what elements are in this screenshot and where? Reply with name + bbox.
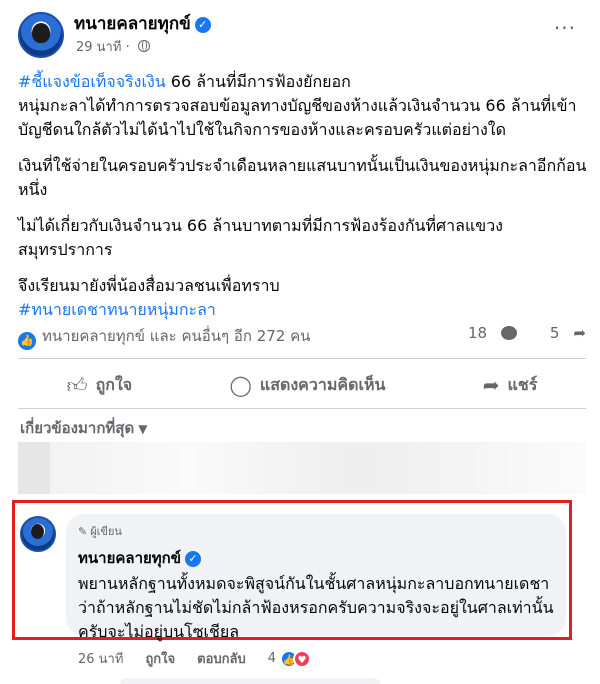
comment-bubble-icon <box>501 326 518 340</box>
chevron-down-icon: ▼ <box>138 422 148 436</box>
reactions-bar: 👍 ทนายคลายทุกข์ และ คนอื่นๆ อีก 272 คน 18… <box>18 324 586 350</box>
comment-button-label: แสดงความคิดเห็น <box>259 374 386 394</box>
post-paragraph-1: #ชี้แจงข้อเท็จจริงเงิน 66 ล้านที่มีการฟ้… <box>18 70 588 142</box>
post-actions: 👍︎ ถูกใจ ◯ แสดงความคิดเห็น ➦ แชร์ <box>18 364 586 406</box>
comments-count-value: 18 <box>468 324 488 342</box>
share-button[interactable]: ➦ แชร์ <box>483 373 538 398</box>
verified-icon: ✓ <box>185 551 202 567</box>
comment-sort-dropdown[interactable]: เกี่ยวข้องมากที่สุด ▼ <box>20 416 147 440</box>
author-name-text[interactable]: ทนายคลายทุกข์ <box>74 14 191 34</box>
author-avatar[interactable] <box>18 12 64 58</box>
love-reaction-icon: ♥ <box>293 649 312 668</box>
share-button-label: แชร์ <box>507 374 538 394</box>
post-paragraph-2: เงินที่ใช้จ่ายในครอบครัวประจำเดือนหลายแส… <box>18 156 587 199</box>
share-arrow-icon: ➦ <box>573 324 586 342</box>
author-name[interactable]: ทนายคลายทุกข์ ✓ <box>74 10 211 37</box>
more-options-icon[interactable]: ··· <box>554 16 576 40</box>
post-header: ทนายคลายทุกข์ ✓ 29 นาที · ··· <box>14 10 586 66</box>
hashtag-link[interactable]: #ทนายเดชาทนายหนุ่มกะลา <box>18 300 216 319</box>
comment-reaction-count: 4 <box>267 651 277 666</box>
comment-time[interactable]: 26 นาที <box>78 648 123 669</box>
counts: 18 5 ➦ <box>440 324 586 342</box>
like-button-label: ถูกใจ <box>95 374 133 394</box>
globe-icon <box>137 40 150 52</box>
thumbs-up-icon: 👍︎ <box>66 372 88 397</box>
reactions-summary[interactable]: ทนายคลายทุกข์ และ คนอื่นๆ อีก 272 คน <box>42 327 310 345</box>
like-reaction-icon: 👍 <box>18 332 36 350</box>
comment-like-button[interactable]: ถูกใจ <box>145 648 175 669</box>
post-meta: 29 นาที · <box>76 36 150 57</box>
post-body: #ชี้แจงข้อเท็จจริงเงิน 66 ล้านที่มีการฟ้… <box>18 70 588 334</box>
post-paragraph-4: จึงเรียนมายังพี่น้องสื่อมวลชนเพื่อทราบ #ท… <box>18 274 588 322</box>
divider <box>18 358 586 359</box>
shares-count-value: 5 <box>549 324 560 342</box>
pen-icon: ✎ <box>78 525 88 538</box>
comment-reactions[interactable]: 4 👍 ♥ <box>267 649 312 668</box>
comments-count[interactable]: 18 <box>454 324 518 342</box>
author-badge-label: ผู้เขียน <box>90 525 122 538</box>
hashtag-link[interactable]: #ชี้แจงข้อเท็จจริงเงิน <box>18 72 166 91</box>
paragraph-text: หนุ่มกะลาได้ทำการตรวจสอบข้อมูลทางบัญชีขอ… <box>18 96 577 139</box>
comment-author-text[interactable]: ทนายคลายทุกข์ <box>78 549 181 567</box>
paragraph-text: 66 ล้านที่มีการฟ้องยักยอก <box>165 72 351 91</box>
sort-label: เกี่ยวข้องมากที่สุด <box>20 419 135 437</box>
comment-text: พยานหลักฐานทั้งหมดจะพิสูจน์กันในชั้นศาลห… <box>78 574 554 641</box>
reply-preview <box>120 678 380 684</box>
comment-meta: 26 นาที ถูกใจ ตอบกลับ 4 👍 ♥ <box>78 648 378 669</box>
comment-author[interactable]: ทนายคลายทุกข์ ✓ <box>78 546 554 570</box>
like-button[interactable]: 👍︎ ถูกใจ <box>67 373 132 398</box>
verified-icon: ✓ <box>194 17 211 33</box>
post-time[interactable]: 29 นาที <box>76 40 121 55</box>
blurred-comment <box>18 442 586 494</box>
share-icon: ➦ <box>482 373 500 397</box>
post-paragraph-3: ไม่ได้เกี่ยวกับเงินจำนวน 66 ล้านบาทตามที… <box>18 216 503 259</box>
comment-bubble: ✎ ผู้เขียน ทนายคลายทุกข์ ✓ พยานหลักฐานทั้ง… <box>66 514 566 641</box>
shares-count[interactable]: 5 ➦ <box>536 324 586 342</box>
comment-icon: ◯ <box>229 373 252 397</box>
comment-avatar[interactable] <box>20 516 56 552</box>
author-badge: ✎ ผู้เขียน <box>78 522 554 540</box>
comment-button[interactable]: ◯ แสดงความคิดเห็น <box>229 373 385 398</box>
divider <box>18 408 586 409</box>
comment-reply-button[interactable]: ตอบกลับ <box>197 648 246 669</box>
paragraph-text: จึงเรียนมายังพี่น้องสื่อมวลชนเพื่อทราบ <box>18 276 280 295</box>
